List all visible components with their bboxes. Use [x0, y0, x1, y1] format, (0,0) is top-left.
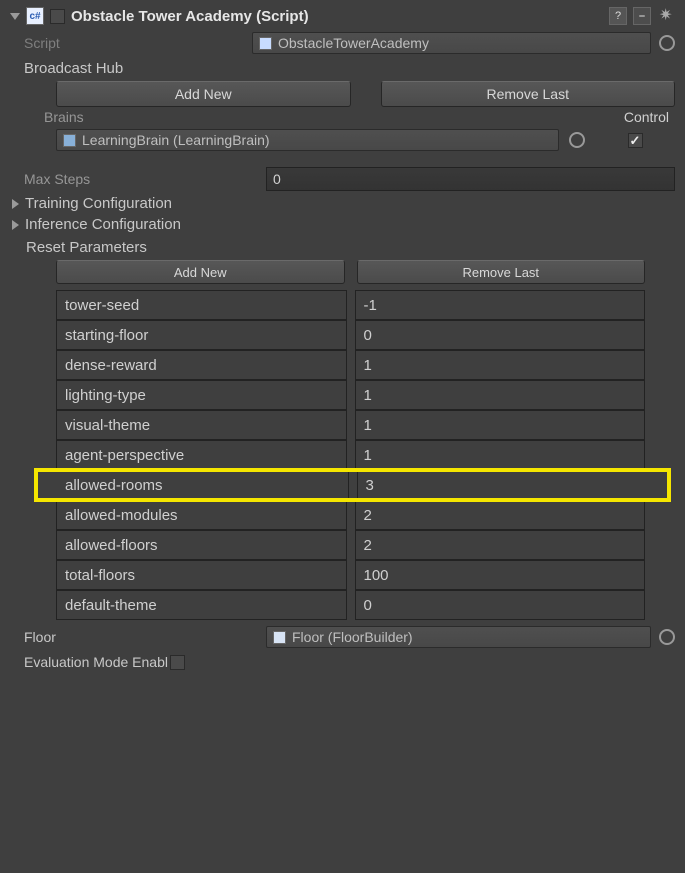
- inference-config-label: Inference Configuration: [25, 216, 181, 233]
- hub-add-new-button[interactable]: Add New: [56, 81, 351, 107]
- param-row: allowed-rooms 3: [36, 470, 669, 500]
- param-value[interactable]: -1: [355, 290, 646, 320]
- component-foldout[interactable]: [10, 13, 20, 20]
- param-key[interactable]: lighting-type: [56, 380, 347, 410]
- broadcast-hub-label: Broadcast Hub: [24, 60, 675, 77]
- floor-value: Floor (FloorBuilder): [292, 629, 413, 645]
- param-row: total-floors 100: [56, 560, 645, 590]
- eval-mode-checkbox[interactable]: [170, 655, 185, 670]
- component-enabled-checkbox[interactable]: [50, 9, 65, 24]
- param-key[interactable]: starting-floor: [56, 320, 347, 350]
- param-value[interactable]: 1: [355, 410, 646, 440]
- control-checkbox[interactable]: [628, 133, 643, 148]
- floor-mini-icon: [273, 631, 286, 644]
- params-remove-last-button[interactable]: Remove Last: [357, 260, 646, 284]
- training-config-foldout[interactable]: [12, 199, 19, 209]
- brain-mini-icon: [63, 134, 76, 147]
- floor-picker-button[interactable]: [659, 629, 675, 645]
- script-mini-icon: [259, 37, 272, 50]
- param-value[interactable]: 1: [355, 380, 646, 410]
- gear-icon[interactable]: [657, 7, 675, 25]
- csharp-icon: c#: [26, 7, 44, 25]
- param-value[interactable]: 3: [357, 470, 670, 500]
- brains-label: Brains: [44, 109, 555, 125]
- param-row: lighting-type 1: [56, 380, 645, 410]
- reset-params-label: Reset Parameters: [26, 239, 675, 256]
- param-key[interactable]: visual-theme: [56, 410, 347, 440]
- preset-icon[interactable]: ⎯: [633, 7, 651, 25]
- floor-label: Floor: [24, 629, 266, 645]
- param-row: allowed-floors 2: [56, 530, 645, 560]
- script-picker-button[interactable]: [659, 35, 675, 51]
- param-value[interactable]: 0: [355, 590, 646, 620]
- param-value[interactable]: 0: [355, 320, 646, 350]
- training-config-label: Training Configuration: [25, 195, 172, 212]
- param-row: agent-perspective 1: [56, 440, 645, 470]
- param-value[interactable]: 1: [355, 350, 646, 380]
- params-add-new-button[interactable]: Add New: [56, 260, 345, 284]
- inference-config-foldout[interactable]: [12, 220, 19, 230]
- param-key[interactable]: total-floors: [56, 560, 347, 590]
- param-value[interactable]: 1: [355, 440, 646, 470]
- brain-picker-button[interactable]: [569, 132, 585, 148]
- param-key[interactable]: allowed-modules: [56, 500, 347, 530]
- component-title: Obstacle Tower Academy (Script): [71, 8, 603, 25]
- max-steps-label: Max Steps: [24, 171, 266, 187]
- param-row: dense-reward 1: [56, 350, 645, 380]
- max-steps-input[interactable]: [266, 167, 675, 191]
- param-key[interactable]: allowed-rooms: [36, 470, 349, 500]
- hub-remove-last-button[interactable]: Remove Last: [381, 81, 676, 107]
- script-label: Script: [24, 35, 252, 51]
- brain-value: LearningBrain (LearningBrain): [82, 132, 270, 148]
- help-icon[interactable]: ?: [609, 7, 627, 25]
- param-row: starting-floor 0: [56, 320, 645, 350]
- param-value[interactable]: 2: [355, 530, 646, 560]
- script-value: ObstacleTowerAcademy: [278, 35, 429, 51]
- param-key[interactable]: default-theme: [56, 590, 347, 620]
- param-row: allowed-modules 2: [56, 500, 645, 530]
- param-row: visual-theme 1: [56, 410, 645, 440]
- param-row: tower-seed -1: [56, 290, 645, 320]
- script-field: ObstacleTowerAcademy: [252, 32, 651, 54]
- param-key[interactable]: agent-perspective: [56, 440, 347, 470]
- brain-field[interactable]: LearningBrain (LearningBrain): [56, 129, 559, 151]
- floor-field[interactable]: Floor (FloorBuilder): [266, 626, 651, 648]
- param-key[interactable]: dense-reward: [56, 350, 347, 380]
- control-label: Control: [555, 109, 675, 125]
- param-key[interactable]: allowed-floors: [56, 530, 347, 560]
- param-value[interactable]: 100: [355, 560, 646, 590]
- param-key[interactable]: tower-seed: [56, 290, 347, 320]
- eval-mode-label: Evaluation Mode Enabl: [24, 654, 168, 670]
- param-row: default-theme 0: [56, 590, 645, 620]
- param-value[interactable]: 2: [355, 500, 646, 530]
